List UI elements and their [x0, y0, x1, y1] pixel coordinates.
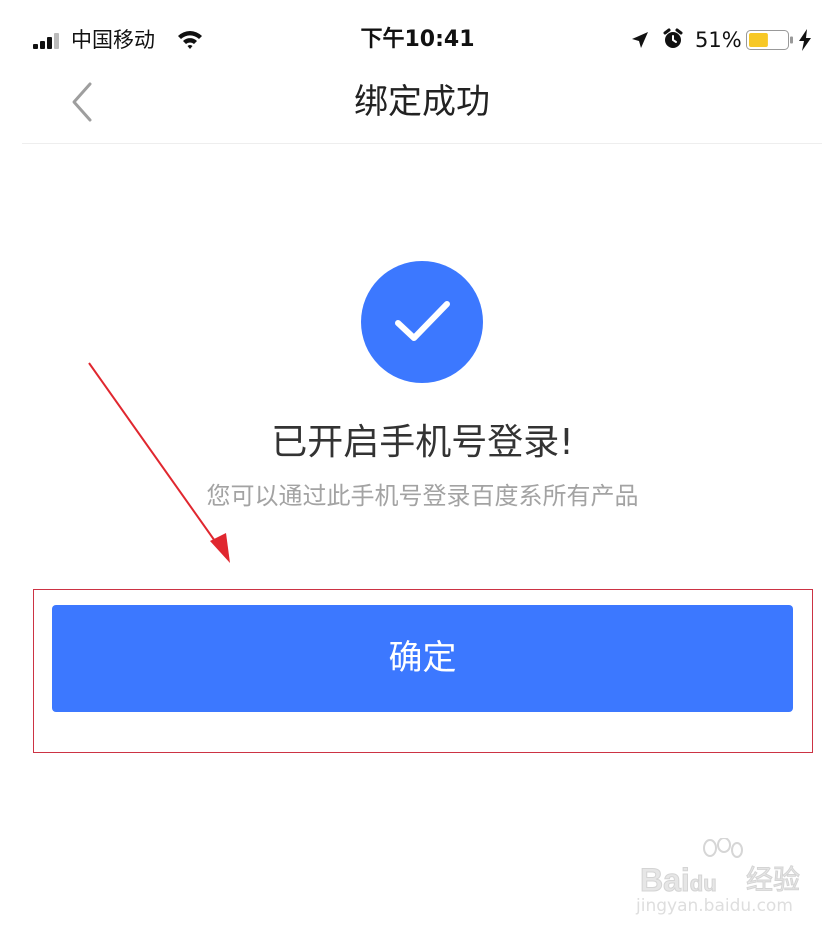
battery-icon: [746, 30, 793, 50]
watermark-url: jingyan.baidu.com: [636, 896, 793, 916]
annotation-arrow: [88, 362, 230, 563]
check-circle-icon: [361, 261, 483, 383]
page-title: 绑定成功: [354, 82, 490, 122]
watermark-product: 经验: [746, 865, 801, 897]
location-arrow-icon: [632, 32, 648, 48]
charging-bolt-icon: [799, 29, 811, 51]
alarm-icon: [663, 28, 683, 48]
baidu-jingyan-watermark: Baidu 经验 jingyan.baidu.com: [636, 838, 806, 918]
annotation-highlight-box: [33, 589, 813, 753]
nav-bar: 绑定成功: [22, 60, 822, 144]
battery-percent: 51%: [695, 28, 742, 52]
